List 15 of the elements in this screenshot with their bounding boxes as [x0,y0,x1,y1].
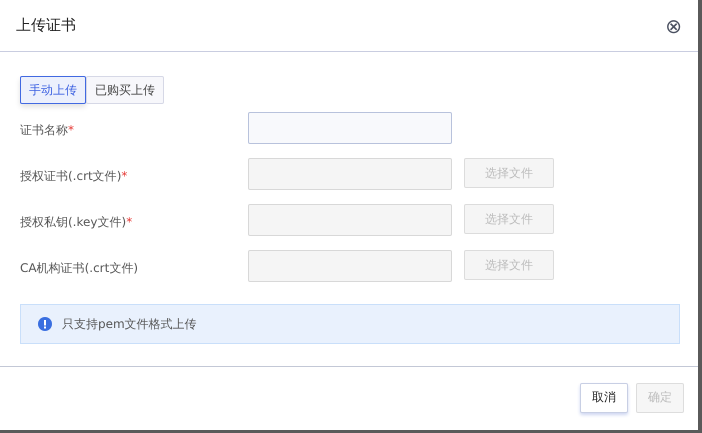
close-button[interactable]: ⊗ [665,16,682,36]
dialog-title: 上传证书 [16,16,76,35]
field-label: 授权证书(.crt文件)* [20,168,128,185]
field-label: 授权私钥(.key文件)* [20,214,134,231]
field-label: 证书名称* [20,122,75,139]
tab[interactable]: 手动上传 [20,76,86,104]
tab[interactable]: 已购买上传 [86,76,164,104]
file-path-field[interactable] [248,204,452,236]
info-icon [38,317,52,331]
info-text: 只支持pem文件格式上传 [62,316,197,332]
file-path-field[interactable] [248,250,452,282]
field-label: CA机构证书(.crt文件) [20,260,140,277]
text-field[interactable] [248,112,452,144]
file-path-field[interactable] [248,158,452,190]
cancel-button[interactable]: 取消 [580,382,628,412]
